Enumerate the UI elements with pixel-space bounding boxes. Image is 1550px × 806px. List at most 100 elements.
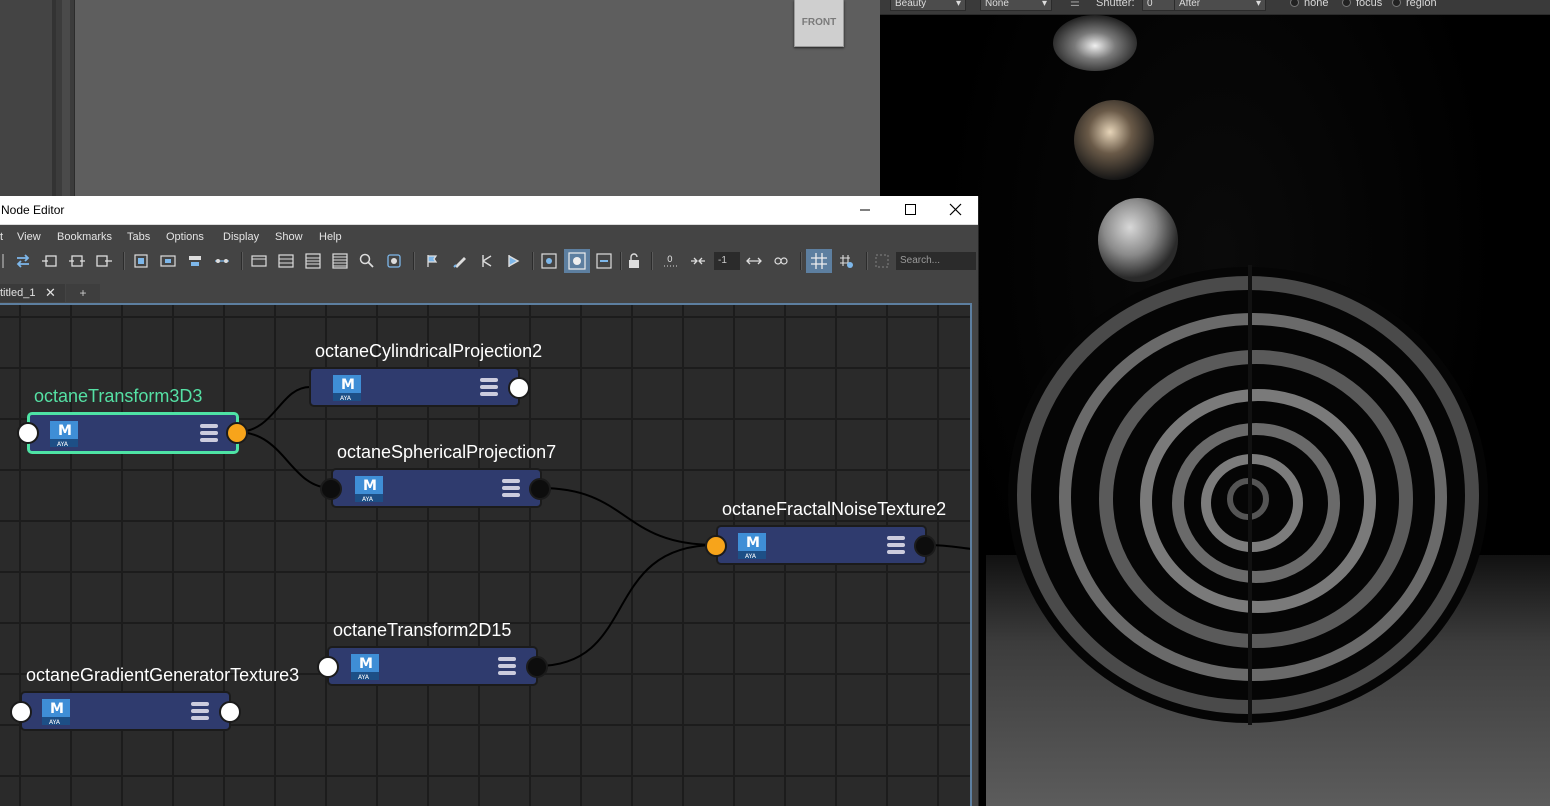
node-output-port[interactable] — [508, 377, 530, 399]
simple-mode-icon[interactable] — [251, 253, 267, 269]
node-spherical-projection[interactable]: M AYA — [331, 468, 542, 508]
maya-node-icon: M AYA — [355, 476, 383, 503]
node-menu-icon[interactable] — [479, 377, 499, 397]
add-tab-button[interactable]: + — [66, 284, 100, 302]
lock-icon[interactable] — [626, 253, 642, 269]
region-radio[interactable] — [1392, 0, 1401, 7]
toolbar-separator — [413, 252, 415, 270]
beauty-dropdown[interactable]: Beauty ▾ — [890, 0, 966, 11]
wire-spherical-to-fractal — [539, 487, 717, 546]
toolbar-separator — [866, 252, 868, 270]
node-input-port[interactable] — [17, 422, 39, 444]
swap-arrows-icon[interactable] — [15, 253, 31, 269]
svg-text:M: M — [746, 535, 760, 551]
node-menu-icon[interactable] — [199, 423, 219, 443]
maya-node-icon: M AYA — [333, 375, 361, 402]
grid-toggle[interactable] — [806, 249, 832, 273]
link-chain-icon[interactable] — [773, 253, 789, 269]
menu-item-display[interactable]: Display — [223, 231, 259, 243]
menu-item-show[interactable]: Show — [275, 231, 303, 243]
graph-downstream-icon[interactable] — [506, 253, 522, 269]
window-title: Node Editor — [1, 203, 65, 217]
node-output-port[interactable] — [529, 478, 551, 500]
add-selected-icon[interactable] — [541, 253, 557, 269]
beauty-dropdown-value: Beauty — [895, 0, 927, 9]
input-output-icon[interactable] — [69, 253, 85, 269]
node-input-port[interactable] — [317, 656, 339, 678]
menu-bar: t View Bookmarks Tabs Options Display Sh… — [0, 225, 978, 247]
shutter-input[interactable]: 0 — [1142, 0, 1176, 11]
focus-radio-label: focus — [1356, 0, 1383, 9]
output-connections-icon[interactable] — [96, 253, 112, 269]
snap-to-grid-icon[interactable] — [838, 253, 854, 269]
toolbar-toggle-active[interactable] — [564, 249, 590, 273]
search-input[interactable]: Search... — [896, 252, 976, 270]
zero-offset-icon[interactable]: 0 — [663, 253, 679, 269]
node-cylindrical-projection[interactable]: M AYA — [309, 367, 520, 407]
node-gradient-generator-texture[interactable]: M AYA — [20, 691, 231, 731]
node-transform-3d[interactable]: M AYA — [27, 412, 239, 454]
minimize-button[interactable] — [842, 196, 888, 224]
none-radio[interactable] — [1290, 0, 1299, 7]
menu-item-help[interactable]: Help — [319, 231, 342, 243]
node-menu-icon[interactable] — [501, 478, 521, 498]
graph-upstream-icon[interactable] — [479, 253, 495, 269]
align-nodes-icon[interactable] — [187, 253, 203, 269]
node-menu-icon[interactable] — [886, 535, 906, 555]
search-icon[interactable] — [359, 253, 375, 269]
node-graph-canvas[interactable]: octaneCylindricalProjection2 M AYA octane… — [0, 303, 972, 806]
node-output-port[interactable] — [526, 656, 548, 678]
menu-item-bookmarks[interactable]: Bookmarks — [57, 231, 112, 243]
node-title: octaneCylindricalProjection2 — [315, 341, 543, 361]
chevron-down-icon: ▾ — [955, 0, 961, 9]
node-input-port[interactable] — [320, 478, 342, 500]
node-fractal-noise-texture[interactable]: M AYA — [716, 525, 927, 565]
expand-horizontal-icon[interactable] — [746, 253, 762, 269]
remove-selected-icon[interactable] — [596, 253, 612, 269]
grey-sphere — [1098, 198, 1178, 282]
title-bar[interactable]: Node Editor — [0, 196, 978, 225]
node-menu-icon[interactable] — [190, 701, 210, 721]
close-button[interactable] — [932, 196, 978, 224]
maximize-button[interactable] — [888, 196, 934, 224]
svg-text:M: M — [58, 423, 72, 439]
none-dropdown[interactable]: None ▾ — [980, 0, 1052, 11]
offset-field[interactable]: -1 — [714, 252, 740, 270]
node-transform-2d[interactable]: M AYA — [327, 646, 538, 686]
after-dropdown[interactable]: After ▾ — [1174, 0, 1266, 11]
graph-refresh-icon[interactable] — [386, 253, 402, 269]
chevron-down-icon: ▾ — [1255, 0, 1261, 9]
tab-untitled[interactable]: titled_1 ✕ — [0, 284, 65, 302]
menu-item-view[interactable]: View — [17, 231, 41, 243]
full-mode-icon[interactable] — [305, 253, 321, 269]
input-connections-icon[interactable] — [42, 253, 58, 269]
tab-close-icon[interactable]: ✕ — [45, 284, 56, 302]
connected-mode-icon[interactable] — [278, 253, 294, 269]
render-toolbar: Beauty ▾ None ▾ ☰ Shutter: 0 After ▾ none f… — [880, 0, 1550, 15]
front-viewport[interactable] — [74, 0, 881, 200]
layout-nodes-icon[interactable] — [214, 253, 230, 269]
frame-border-icon[interactable] — [874, 253, 890, 269]
node-output-port[interactable] — [226, 422, 248, 444]
toolbar-separator — [651, 252, 653, 270]
frame-all-icon[interactable] — [133, 253, 149, 269]
svg-text:AYA: AYA — [745, 553, 757, 560]
node-menu-icon[interactable] — [497, 656, 517, 676]
menu-item-tabs[interactable]: Tabs — [127, 231, 150, 243]
viewport-side-panel — [0, 0, 52, 200]
frame-selection-icon[interactable] — [160, 253, 176, 269]
node-input-port[interactable] — [705, 535, 727, 557]
node-output-port[interactable] — [219, 701, 241, 723]
maya-viewport-background: FRONT — [0, 0, 888, 200]
toolbar-separator — [800, 252, 802, 270]
viewcube[interactable]: FRONT — [794, 0, 844, 47]
custom-mode-icon[interactable] — [332, 253, 348, 269]
menu-item-edit-partial[interactable]: t — [0, 231, 3, 243]
focus-radio[interactable] — [1342, 0, 1351, 7]
edit-node-icon[interactable] — [452, 253, 468, 269]
node-input-port[interactable] — [10, 701, 32, 723]
node-output-port[interactable] — [914, 535, 936, 557]
spread-nodes-icon[interactable] — [690, 253, 706, 269]
pin-node-icon[interactable] — [425, 253, 441, 269]
menu-item-options[interactable]: Options — [166, 231, 204, 243]
